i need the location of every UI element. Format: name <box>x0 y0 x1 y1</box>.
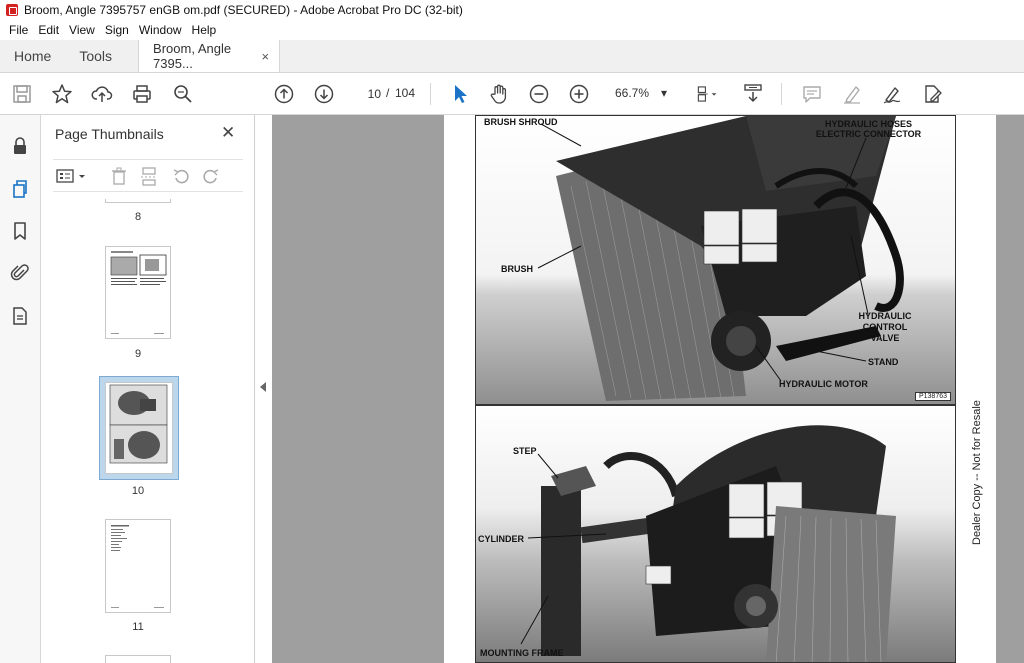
tab-bar: Home Tools Broom, Angle 7395... × <box>0 40 1024 73</box>
menu-view[interactable]: View <box>64 23 100 37</box>
select-cursor-icon[interactable] <box>448 82 472 106</box>
search-icon[interactable] <box>171 82 195 106</box>
thumbnail-label: 8 <box>134 211 142 223</box>
page-display-icon[interactable] <box>692 82 722 106</box>
zoom-in-icon[interactable] <box>567 82 591 106</box>
thumbnail-options-icon[interactable] <box>55 166 89 186</box>
window-title: Broom, Angle 7395757 enGB om.pdf (SECURE… <box>24 3 463 17</box>
rotate-counterclockwise-icon[interactable] <box>171 166 191 186</box>
toolbar-divider <box>430 83 431 105</box>
thumbnail-label: 11 <box>132 621 144 633</box>
thumbnail-page-preview <box>111 525 164 608</box>
previous-page-icon[interactable] <box>272 82 296 106</box>
menu-edit[interactable]: Edit <box>33 23 64 37</box>
thumbnail-page[interactable] <box>105 246 171 339</box>
zoom-out-icon[interactable] <box>527 82 551 106</box>
page-thumbnails-panel: Page Thumbnails ✕ 8 9 10 11 <box>41 115 286 663</box>
document-viewport[interactable]: BRUSH SHROUD HYDRAULIC HOSES ELECTRIC CO… <box>272 115 1024 663</box>
collapse-arrow-icon <box>260 382 266 392</box>
delete-page-icon[interactable] <box>109 166 129 186</box>
callout-cylinder: CYLINDER <box>478 534 525 544</box>
bookmark-star-icon[interactable] <box>50 82 74 106</box>
rotate-clockwise-icon[interactable] <box>201 166 221 186</box>
page-margin-right <box>996 115 1024 663</box>
thumbnail-page[interactable] <box>105 519 171 613</box>
callout-step: STEP <box>513 446 537 456</box>
broom-rear-photo-illustration <box>520 425 896 662</box>
toolbar: 10 / 104 66.7% ▾ <box>0 73 1024 115</box>
page-number-input[interactable]: 10 <box>354 83 382 104</box>
menu-sign[interactable]: Sign <box>100 23 134 37</box>
toolbar-divider <box>781 83 782 105</box>
photo-broom-front: BRUSH SHROUD HYDRAULIC HOSES ELECTRIC CO… <box>475 115 956 405</box>
print-icon[interactable] <box>130 82 154 106</box>
menu-file[interactable]: File <box>4 23 33 37</box>
highlight-pen-icon[interactable] <box>840 82 864 106</box>
close-tab-icon[interactable]: × <box>261 49 269 64</box>
thumbnail-page-preview <box>110 251 167 334</box>
lock-icon[interactable] <box>9 135 31 157</box>
callout-leader-lines <box>537 123 869 382</box>
menu-help[interactable]: Help <box>187 23 222 37</box>
close-icon[interactable]: ✕ <box>221 123 235 143</box>
thumbnail-page[interactable] <box>105 655 171 663</box>
document-properties-icon[interactable] <box>9 305 31 327</box>
title-bar: Broom, Angle 7395757 enGB om.pdf (SECURE… <box>0 0 1024 20</box>
thumbnail-label: 10 <box>131 485 145 497</box>
extract-page-icon[interactable] <box>139 166 159 186</box>
thumbnail-page-preview <box>109 384 168 464</box>
next-page-icon[interactable] <box>312 82 336 106</box>
chevron-down-icon: ▾ <box>660 86 667 100</box>
save-icon[interactable] <box>10 82 34 106</box>
tab-document[interactable]: Broom, Angle 7395... × <box>138 40 281 72</box>
scrolling-mode-icon[interactable] <box>741 82 765 106</box>
panel-title: Page Thumbnails <box>55 126 164 142</box>
left-navigation-rail <box>0 115 41 663</box>
thumbnail-page-selected[interactable] <box>105 382 173 474</box>
hand-tool-icon[interactable] <box>487 82 511 106</box>
thumbnail-list: 8 9 10 11 <box>41 199 237 663</box>
page-total: 104 <box>395 86 416 100</box>
thumbnail-toolbar <box>53 159 243 192</box>
draw-signature-icon[interactable] <box>880 82 904 106</box>
zoom-level-value: 66.7% <box>615 86 650 100</box>
tab-document-label: Broom, Angle 7395... <box>153 41 232 71</box>
comment-icon[interactable] <box>800 82 824 106</box>
thumbnail-label: 9 <box>134 348 142 360</box>
acrobat-logo-icon <box>6 4 18 16</box>
panel-collapse-handle[interactable] <box>256 115 272 663</box>
bookmarks-icon[interactable] <box>9 220 31 242</box>
tab-tools[interactable]: Tools <box>65 40 126 72</box>
tab-home[interactable]: Home <box>0 40 65 72</box>
menu-bar: File Edit View Sign Window Help <box>0 20 1024 40</box>
menu-window[interactable]: Window <box>134 23 187 37</box>
dealer-copy-watermark: Dealer Copy -- Not for Resale <box>971 400 983 545</box>
callout-mounting-frame: MOUNTING FRAME <box>480 648 564 658</box>
zoom-level-select[interactable]: 66.7% ▾ <box>607 83 673 104</box>
fill-sign-icon[interactable] <box>920 82 944 106</box>
photo-broom-rear: STEP CYLINDER MOUNTING FRAME <box>475 405 956 663</box>
pdf-page: BRUSH SHROUD HYDRAULIC HOSES ELECTRIC CO… <box>444 115 996 663</box>
attachments-icon[interactable] <box>9 262 31 284</box>
page-separator: / <box>386 86 390 100</box>
page-thumbnails-icon[interactable] <box>9 178 31 200</box>
upload-cloud-icon[interactable] <box>90 82 114 106</box>
thumbnail-page[interactable] <box>105 199 171 203</box>
